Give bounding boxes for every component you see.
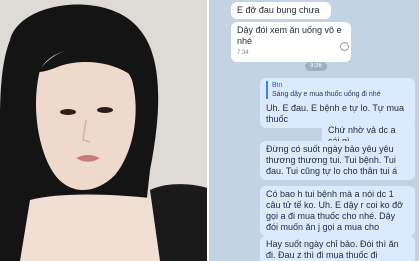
reply-quote-name: Btn	[272, 82, 283, 89]
message-outgoing: Hay suốt ngày chỉ bảo. Đói thì ăn đi. Đa…	[260, 236, 415, 261]
chat-panel: E đỡ đau bụng chưa Dậy đói xem ăn uống v…	[209, 0, 419, 261]
message-incoming: Dậy đói xem ăn uống vô e nhé 7:34	[231, 22, 351, 62]
message-text: Dậy đói xem ăn uống vô e nhé	[237, 25, 342, 46]
reaction-heart-icon[interactable]: ♡	[340, 42, 349, 51]
message-text: E đỡ đau bụng chưa	[237, 5, 320, 15]
message-outgoing: Đừng có suốt ngày bảo yêu yêu thương thư…	[260, 141, 415, 180]
reply-quote-text: Sáng dậy e mua thuốc uống đi nhé	[272, 91, 381, 98]
time-divider: 9:26	[305, 62, 327, 71]
message-outgoing-with-reply: Btn Sáng dậy e mua thuốc uống đi nhé Uh.…	[260, 78, 415, 128]
message-incoming: E đỡ đau bụng chưa	[231, 2, 331, 19]
message-text: Uh. E đau. E bệnh e tự lo. Tự mua thuốc	[266, 103, 404, 124]
message-text: Đừng có suốt ngày bảo yêu yêu thương thư…	[266, 144, 398, 176]
message-text: Hay suốt ngày chỉ bảo. Đói thì ăn đi. Đa…	[266, 239, 399, 260]
message-time: 7:34	[237, 50, 249, 56]
reply-quote[interactable]: Btn Sáng dậy e mua thuốc uống đi nhé	[266, 81, 409, 99]
portrait-photo	[0, 0, 207, 261]
portrait-illustration	[0, 0, 207, 261]
message-outgoing: Có bao h tui bệnh mà a nói dc 1 câu tử t…	[260, 186, 415, 236]
message-text: Có bao h tui bệnh mà a nói dc 1 câu tử t…	[266, 189, 403, 232]
